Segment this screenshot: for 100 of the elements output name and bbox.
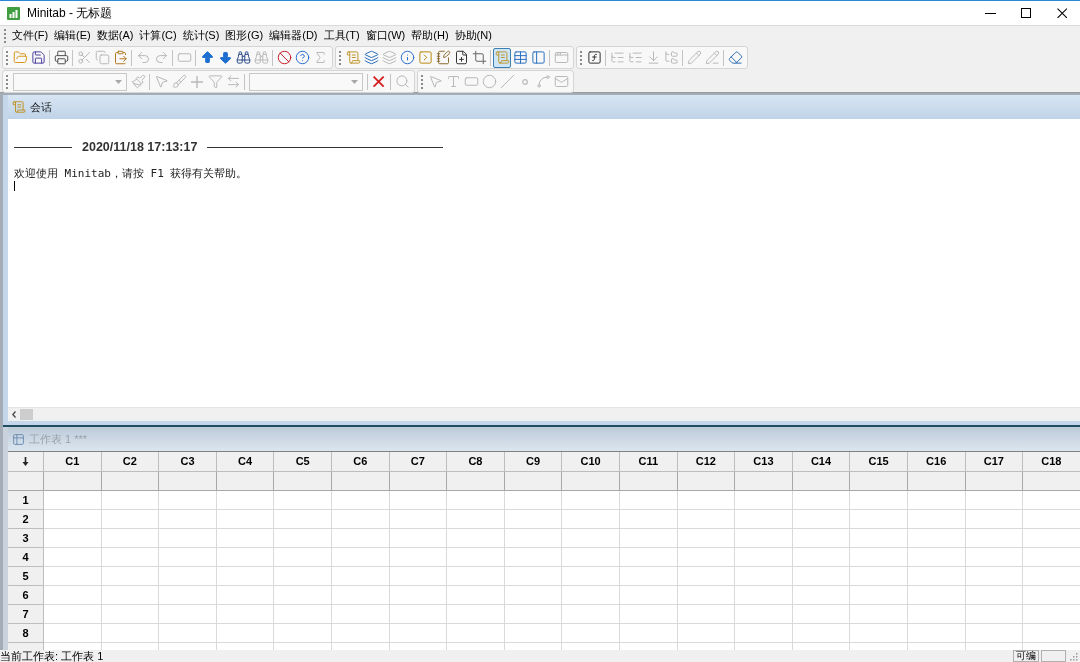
table-cell[interactable] [907, 510, 966, 529]
menu-item[interactable]: 工具(T) [320, 26, 363, 45]
table-cell[interactable] [331, 548, 390, 567]
table-cell[interactable] [562, 491, 620, 510]
table-cell[interactable] [850, 529, 908, 548]
table-cell[interactable] [447, 605, 505, 624]
table-cell[interactable] [216, 605, 275, 624]
row-header[interactable]: 8 [8, 624, 44, 643]
table-cell[interactable] [965, 624, 1024, 643]
table-cell[interactable] [101, 605, 160, 624]
table-cell[interactable] [907, 529, 966, 548]
table-cell[interactable] [216, 586, 275, 605]
table-cell[interactable] [850, 567, 908, 586]
table-cell[interactable] [792, 491, 851, 510]
table-cell[interactable] [677, 586, 736, 605]
table-cell[interactable] [101, 624, 160, 643]
table-cell[interactable] [504, 605, 563, 624]
table-cell[interactable] [907, 567, 966, 586]
table-cell[interactable] [44, 510, 102, 529]
table-cell[interactable] [159, 567, 217, 586]
column-name-cell[interactable] [965, 472, 1024, 491]
table-cell[interactable] [619, 510, 678, 529]
table-cell[interactable] [677, 567, 736, 586]
table-cell[interactable] [159, 491, 217, 510]
table-cell[interactable] [216, 624, 275, 643]
menu-item[interactable]: 统计(S) [179, 26, 223, 45]
table-cell[interactable] [907, 548, 966, 567]
table-cell[interactable] [619, 548, 678, 567]
table-cell[interactable] [389, 624, 448, 643]
table-cell[interactable] [504, 491, 563, 510]
table-cell[interactable] [44, 491, 102, 510]
column-name-cell[interactable] [1023, 472, 1080, 491]
column-name-cell[interactable] [792, 472, 851, 491]
table-cell[interactable] [101, 548, 160, 567]
menu-item[interactable]: 图形(G) [222, 26, 267, 45]
column-header[interactable]: C9 [504, 452, 563, 472]
header-cell[interactable] [8, 452, 44, 472]
table-cell[interactable] [159, 510, 217, 529]
table-cell[interactable] [965, 548, 1024, 567]
table-cell[interactable] [44, 548, 102, 567]
table-cell[interactable] [274, 605, 332, 624]
table-cell[interactable] [562, 567, 620, 586]
table-cell[interactable] [389, 586, 448, 605]
column-name-cell[interactable] [677, 472, 736, 491]
menu-item[interactable]: 编辑器(D) [266, 26, 321, 45]
menu-item[interactable]: 编辑(E) [51, 26, 94, 45]
table-cell[interactable] [735, 605, 793, 624]
table-cell[interactable] [447, 624, 505, 643]
table-cell[interactable] [562, 624, 620, 643]
table-cell[interactable] [677, 624, 736, 643]
column-header[interactable]: C15 [850, 452, 908, 472]
table-cell[interactable] [447, 510, 505, 529]
table-cell[interactable] [447, 529, 505, 548]
table-cell[interactable] [792, 548, 851, 567]
table-cell[interactable] [331, 624, 390, 643]
table-cell[interactable] [677, 491, 736, 510]
table-cell[interactable] [447, 567, 505, 586]
table-cell[interactable] [965, 605, 1024, 624]
table-cell[interactable] [159, 624, 217, 643]
table-cell[interactable] [850, 624, 908, 643]
column-name-cell[interactable] [735, 472, 793, 491]
column-name-cell[interactable] [850, 472, 908, 491]
table-cell[interactable] [274, 548, 332, 567]
table-cell[interactable] [504, 567, 563, 586]
table-cell[interactable] [735, 510, 793, 529]
table-cell[interactable] [562, 586, 620, 605]
menu-item[interactable]: 窗口(W) [362, 26, 409, 45]
column-header[interactable]: C17 [965, 452, 1024, 472]
table-cell[interactable] [159, 548, 217, 567]
table-cell[interactable] [216, 510, 275, 529]
column-header[interactable]: C12 [677, 452, 736, 472]
table-cell[interactable] [44, 605, 102, 624]
table-cell[interactable] [792, 567, 851, 586]
table-cell[interactable] [735, 586, 793, 605]
table-cell[interactable] [619, 624, 678, 643]
table-cell[interactable] [101, 567, 160, 586]
table-cell[interactable] [216, 529, 275, 548]
table-cell[interactable] [504, 529, 563, 548]
table-cell[interactable] [965, 529, 1024, 548]
row-header[interactable]: 4 [8, 548, 44, 567]
row-header[interactable]: 3 [8, 529, 44, 548]
table-cell[interactable] [159, 605, 217, 624]
table-cell[interactable] [965, 491, 1024, 510]
table-cell[interactable] [331, 491, 390, 510]
table-cell[interactable] [907, 624, 966, 643]
table-cell[interactable] [274, 529, 332, 548]
table-cell[interactable] [735, 567, 793, 586]
column-header[interactable]: C13 [735, 452, 793, 472]
table-cell[interactable] [331, 586, 390, 605]
table-cell[interactable] [562, 548, 620, 567]
table-cell[interactable] [274, 510, 332, 529]
table-cell[interactable] [274, 624, 332, 643]
row-header[interactable]: 1 [8, 491, 44, 510]
column-name-cell[interactable] [274, 472, 332, 491]
table-cell[interactable] [677, 529, 736, 548]
table-cell[interactable] [735, 491, 793, 510]
table-cell[interactable] [619, 567, 678, 586]
table-cell[interactable] [44, 529, 102, 548]
table-cell[interactable] [677, 548, 736, 567]
column-header[interactable]: C7 [389, 452, 448, 472]
